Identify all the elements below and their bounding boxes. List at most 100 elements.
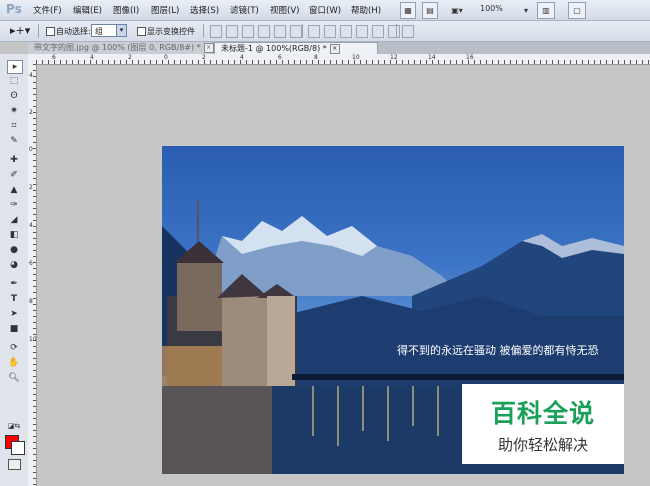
ruler-label: 12 (390, 54, 398, 61)
menu-window[interactable]: 窗口(W) (309, 4, 341, 16)
vertical-ruler[interactable]: 4 2 0 2 4 6 8 10 (28, 64, 37, 486)
separator (38, 24, 39, 38)
menu-select[interactable]: 选择(S) (190, 4, 219, 16)
document-tabs: 带文字的图.jpg @ 100% (图层 0, RGB/8#) * × 未标题-1… (28, 42, 650, 54)
pen-tool-icon[interactable]: ✒ (7, 278, 21, 290)
show-transform-checkbox[interactable] (137, 27, 146, 36)
menu-file[interactable]: 文件(F) (33, 4, 62, 16)
swap-colors-icon[interactable]: ◪⇆ (7, 420, 21, 432)
align-right-icon[interactable] (290, 25, 302, 38)
distribute-top-icon[interactable] (308, 25, 320, 38)
ruler-label: 14 (428, 54, 436, 61)
quick-select-tool-icon[interactable]: ✷ (7, 105, 21, 117)
auto-align-layers-icon[interactable] (402, 25, 414, 38)
align-left-icon[interactable] (258, 25, 270, 38)
ruler-origin[interactable] (28, 54, 36, 64)
photoshop-logo: Ps (6, 2, 22, 16)
show-transform-label: 显示变换控件 (147, 27, 195, 36)
marquee-tool-icon[interactable]: ⬚ (7, 75, 21, 87)
move-tool-preset-icon[interactable]: ▸+▾ (10, 24, 30, 37)
menu-help[interactable]: 帮助(H) (351, 4, 381, 16)
separator (302, 24, 303, 38)
distribute-vcenter-icon[interactable] (324, 25, 336, 38)
eyedropper-tool-icon[interactable]: ✎ (7, 135, 21, 147)
ruler-label: 0 (29, 146, 33, 153)
ruler-label: 4 (90, 54, 94, 61)
crop-tool-icon[interactable]: ⌗ (7, 120, 21, 132)
tab-document-1[interactable]: 带文字的图.jpg @ 100% (图层 0, RGB/8#) * × (28, 42, 214, 54)
ruler-label: 2 (202, 54, 206, 61)
ruler-label: 4 (29, 222, 33, 229)
ruler-label: 8 (29, 298, 33, 305)
history-brush-tool-icon[interactable]: ✑ (7, 199, 21, 211)
path-select-tool-icon[interactable]: ➤ (7, 308, 21, 320)
quick-mask-icon[interactable] (8, 459, 21, 470)
chevron-down-icon[interactable]: ▾ (116, 24, 127, 37)
screen-mode-icon[interactable]: ▢ (568, 2, 586, 19)
ruler-label: 6 (278, 54, 282, 61)
paint-bucket-tool-icon[interactable]: ◧ (7, 229, 21, 241)
ruler-label: 2 (29, 109, 33, 116)
menu-bar: Ps 文件(F) 编辑(E) 图像(I) 图层(L) 选择(S) 滤镜(T) 视… (0, 0, 650, 21)
3d-rotate-tool-icon[interactable]: ⟳ (7, 342, 21, 354)
zoom-level[interactable]: 100% (480, 4, 503, 13)
horizontal-ruler[interactable]: 6 4 2 0 2 4 6 8 10 12 14 16 (36, 54, 650, 65)
move-tool-icon[interactable]: ▸ (7, 60, 23, 74)
clone-stamp-tool-icon[interactable]: ▲ (7, 184, 21, 196)
type-tool-icon[interactable]: T (7, 293, 21, 305)
mini-bridge-icon[interactable]: ▤ (422, 2, 438, 19)
blur-tool-icon[interactable]: ● (7, 244, 21, 256)
watermark-subtitle: 助你轻松解决 (497, 436, 588, 454)
menu-image[interactable]: 图像(I) (113, 4, 139, 16)
menu-edit[interactable]: 编辑(E) (73, 4, 102, 16)
ruler-label: 6 (29, 260, 33, 267)
ruler-label: 10 (29, 336, 37, 343)
options-bar: ▸+▾ 自动选择: 组 ▾ 显示变换控件 (0, 21, 650, 42)
shape-tool-icon[interactable]: ■ (7, 323, 21, 335)
ruler-label: 0 (164, 54, 168, 61)
image-caption-text: 得不到的永远在骚动 被偏爱的都有恃无恐 (397, 344, 599, 357)
align-bottom-icon[interactable] (242, 25, 254, 38)
document-canvas[interactable]: 得不到的永远在骚动 被偏爱的都有恃无恐 百科全说 助你轻松解决 (162, 146, 624, 474)
auto-select-label: 自动选择: (56, 27, 91, 36)
lasso-tool-icon[interactable]: ʘ (7, 90, 21, 102)
ruler-label: 16 (466, 54, 474, 61)
tab-label: 带文字的图.jpg @ 100% (图层 0, RGB/8#) * (34, 43, 201, 52)
tools-panel: ▸ ⬚ ʘ ✷ ⌗ ✎ ✚ ✐ ▲ ✑ ◢ ◧ ● ◕ ✒ T ➤ ■ ⟳ ✋ … (0, 54, 29, 486)
separator (203, 24, 204, 38)
distribute-bottom-icon[interactable] (340, 25, 352, 38)
tab-document-2[interactable]: 未标题-1 @ 100%(RGB/8) * × (214, 42, 378, 54)
separator (396, 24, 397, 38)
ruler-label: 4 (240, 54, 244, 61)
menu-filter[interactable]: 滤镜(T) (230, 4, 259, 16)
zoom-dropdown-icon[interactable]: ▾ (518, 2, 534, 19)
menu-view[interactable]: 视图(V) (270, 4, 299, 16)
ruler-label: 2 (128, 54, 132, 61)
healing-brush-tool-icon[interactable]: ✚ (7, 154, 21, 166)
auto-select-checkbox[interactable] (46, 27, 55, 36)
zoom-tool-icon[interactable]: 🔍︎ (7, 372, 21, 384)
ruler-label: 2 (29, 184, 33, 191)
close-icon[interactable]: × (203, 42, 214, 53)
distribute-left-icon[interactable] (356, 25, 368, 38)
eraser-tool-icon[interactable]: ◢ (7, 214, 21, 226)
brush-tool-icon[interactable]: ✐ (7, 169, 21, 181)
ruler-label: 4 (29, 72, 33, 79)
align-hcenter-icon[interactable] (274, 25, 286, 38)
view-extras-icon[interactable]: ▣▾ (446, 2, 468, 19)
ruler-ticks (33, 64, 36, 486)
arrange-documents-icon[interactable]: ▥ (537, 2, 555, 19)
ruler-label: 8 (314, 54, 318, 61)
menu-layer[interactable]: 图层(L) (151, 4, 179, 16)
dodge-tool-icon[interactable]: ◕ (7, 259, 21, 271)
bridge-icon[interactable]: ▦ (400, 2, 416, 19)
distribute-right-icon[interactable] (388, 25, 400, 38)
background-color-swatch[interactable] (11, 441, 25, 455)
tab-label: 未标题-1 @ 100%(RGB/8) * (221, 44, 327, 53)
align-top-icon[interactable] (210, 25, 222, 38)
distribute-hcenter-icon[interactable] (372, 25, 384, 38)
ruler-label: 6 (52, 54, 56, 61)
close-icon[interactable]: × (329, 43, 340, 54)
hand-tool-icon[interactable]: ✋ (7, 357, 21, 369)
align-vcenter-icon[interactable] (226, 25, 238, 38)
